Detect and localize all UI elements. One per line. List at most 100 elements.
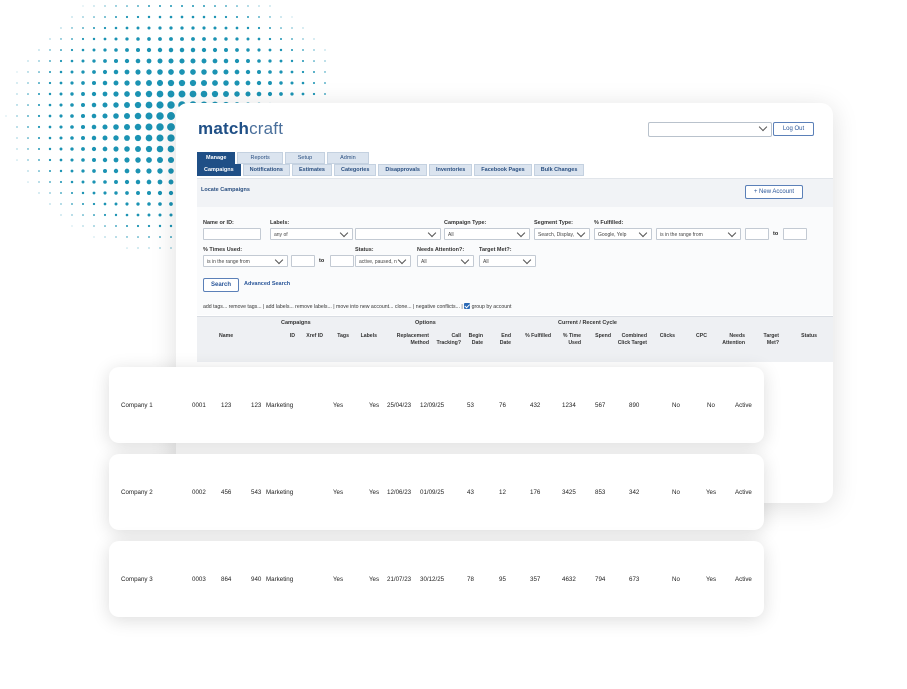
halftone-dot [148, 247, 150, 249]
tab-reports[interactable]: Reports [237, 152, 283, 164]
halftone-dot [235, 15, 239, 19]
name-or-id-input[interactable] [203, 228, 261, 240]
halftone-dot [148, 236, 150, 238]
tab-manage[interactable]: Manage [197, 152, 236, 164]
advanced-search-link[interactable]: Advanced Search [244, 281, 290, 287]
halftone-dot [168, 47, 174, 53]
target-met-select[interactable]: All [479, 255, 536, 267]
halftone-dot [92, 48, 96, 52]
col-end-date[interactable]: End Date [493, 333, 511, 347]
col-target-met[interactable]: Target Met? [753, 333, 779, 347]
times-used-to-input[interactable] [330, 255, 354, 267]
col-begin-date[interactable]: Begin Date [463, 333, 483, 347]
col-percent-fulfilled[interactable]: % Fulfilled [525, 333, 551, 340]
times-used-from-input[interactable] [291, 255, 315, 267]
campaign-type-value: All [448, 232, 454, 238]
halftone-dot [123, 112, 131, 120]
halftone-dot [16, 104, 18, 106]
halftone-dot [125, 37, 129, 41]
halftone-dot [179, 58, 185, 64]
halftone-dot [156, 123, 164, 131]
table-row[interactable]: Company 1 0001 123 123 Marketing Yes Yes… [109, 367, 764, 443]
col-spend[interactable]: Spend [591, 333, 611, 340]
bulk-action-links[interactable]: add tags... remove tags... | add labels.… [203, 304, 463, 310]
halftone-dot [102, 102, 108, 108]
labels-select[interactable] [355, 228, 441, 240]
tab-notifications[interactable]: Notifications [242, 164, 290, 176]
fulfilled-range-select[interactable]: is in the range from [656, 228, 741, 240]
halftone-dot [123, 123, 131, 131]
logout-button[interactable]: Log Out [773, 122, 814, 136]
new-account-button[interactable]: + New Account [745, 185, 803, 199]
col-tags[interactable]: Tags [337, 333, 349, 340]
halftone-dot [157, 190, 163, 196]
col-clicks[interactable]: Clicks [657, 333, 675, 340]
tab-inventories[interactable]: Inventories [428, 164, 473, 176]
col-name[interactable]: Name [219, 333, 233, 340]
search-button[interactable]: Search [203, 278, 239, 292]
halftone-dot [59, 81, 63, 85]
halftone-dot [113, 157, 119, 163]
labels-mode-select[interactable]: any of [270, 228, 353, 240]
halftone-dot [156, 112, 164, 120]
col-id[interactable]: ID [283, 333, 295, 340]
halftone-dot [135, 58, 141, 64]
col-combined-click-target[interactable]: Combined Click Target [617, 333, 647, 347]
cell-col-g: No [672, 576, 680, 583]
needs-attention-label: Needs Attention?: [417, 247, 465, 253]
cell-labels: Yes [369, 489, 380, 496]
halftone-dot [313, 38, 315, 40]
halftone-dot [16, 148, 18, 150]
col-status[interactable]: Status [795, 333, 817, 340]
fulfilled-source-select[interactable]: Google, Yelp [594, 228, 652, 240]
halftone-dot [279, 48, 283, 52]
tab-facebook-pages[interactable]: Facebook Pages [474, 164, 532, 176]
halftone-dot [38, 71, 40, 73]
col-xref-id[interactable]: Xref ID [299, 333, 323, 340]
tab-campaigns[interactable]: Campaigns [197, 164, 241, 176]
col-percent-time-used[interactable]: % Time Used [555, 333, 581, 347]
tab-disapprovals[interactable]: Disapprovals [378, 164, 427, 176]
halftone-dot [48, 136, 52, 140]
chevron-down-icon [396, 256, 408, 268]
col-replacement-method[interactable]: Replacement Method [387, 333, 429, 347]
account-select[interactable] [648, 122, 772, 137]
fulfilled-from-input[interactable] [745, 228, 769, 240]
halftone-dot [103, 59, 107, 63]
cell-xref: 123 [221, 402, 232, 409]
table-row[interactable]: Company 3 0003 864 940 Marketing Yes Yes… [109, 541, 764, 617]
halftone-dot [48, 147, 52, 151]
status-select[interactable]: active, paused, n [355, 255, 411, 267]
halftone-dot [48, 81, 52, 85]
halftone-dot [147, 15, 151, 19]
halftone-dot [158, 202, 162, 206]
halftone-dot [136, 213, 140, 217]
halftone-dot [59, 147, 63, 151]
needs-attention-select[interactable]: All [417, 255, 474, 267]
col-labels[interactable]: Labels [357, 333, 377, 340]
tab-estimates[interactable]: Estimates [291, 164, 332, 176]
halftone-dot [302, 27, 304, 29]
halftone-dot [191, 37, 195, 41]
fulfilled-to-input[interactable] [783, 228, 807, 240]
tab-bulk-changes[interactable]: Bulk Changes [533, 164, 585, 176]
halftone-dot [71, 16, 73, 18]
halftone-dot [81, 136, 85, 140]
table-row[interactable]: Company 2 0002 456 543 Marketing Yes Yes… [109, 454, 764, 530]
campaign-type-select[interactable]: All [444, 228, 530, 240]
times-used-range-select[interactable]: is in the range from [203, 255, 288, 267]
tab-setup[interactable]: Setup [284, 152, 326, 164]
checkbox-checked-icon[interactable] [464, 303, 471, 309]
halftone-dot [224, 37, 228, 41]
segment-type-select[interactable]: Search, Display, [534, 228, 590, 240]
halftone-dot [115, 225, 117, 227]
col-cpc[interactable]: CPC [691, 333, 707, 340]
halftone-dot [246, 26, 250, 30]
tab-admin[interactable]: Admin [327, 152, 369, 164]
cell-xref-id: 123 [251, 402, 262, 409]
col-needs-attention[interactable]: Needs Attention [715, 333, 745, 347]
tab-categories[interactable]: Categories [333, 164, 377, 176]
fulfilled-range-value: is in the range from [660, 232, 703, 238]
halftone-dot [135, 179, 141, 185]
col-call-tracking[interactable]: Call Tracking? [431, 333, 461, 347]
